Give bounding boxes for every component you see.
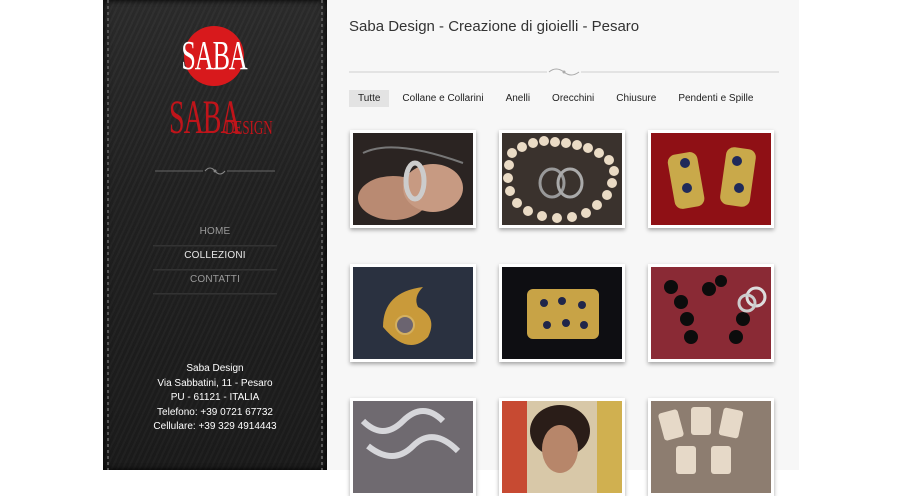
- tab-collane[interactable]: Collane e Collarini: [393, 90, 492, 107]
- pearl-necklace-photo: [502, 133, 622, 225]
- address-phone[interactable]: Telefono: +39 0721 67732: [115, 406, 315, 421]
- nav-home[interactable]: HOME: [153, 222, 277, 246]
- gallery-thumb[interactable]: [648, 264, 774, 362]
- black-bead-necklace-photo: [651, 267, 771, 359]
- main-nav: HOME COLLEZIONI CONTATTI: [153, 222, 277, 294]
- address-mobile[interactable]: Cellulare: +39 329 4914443: [115, 420, 315, 435]
- gallery-thumb[interactable]: [350, 130, 476, 228]
- address-street: Via Sabbatini, 11 - Pesaro: [157, 377, 273, 389]
- tab-anelli[interactable]: Anelli: [497, 90, 539, 107]
- gold-earrings-photo: [651, 133, 771, 225]
- logo-sub: DESIGN: [225, 116, 273, 139]
- tab-pendenti[interactable]: Pendenti e Spille: [669, 90, 762, 107]
- woman-portrait-photo: [502, 401, 622, 493]
- logo-circle[interactable]: SABA: [181, 26, 248, 86]
- silver-necklace-photo: [353, 401, 473, 493]
- gold-brooch-photo: [502, 267, 622, 359]
- gallery-thumb[interactable]: [648, 398, 774, 496]
- nav-collezioni[interactable]: COLLEZIONI: [153, 246, 277, 270]
- logo-circle-text: SABA: [181, 32, 247, 79]
- gallery-thumb[interactable]: [499, 264, 625, 362]
- contact-address: Saba Design Via Sabbatini, 11 - Pesaro P…: [115, 362, 315, 435]
- address-company: Saba Design: [186, 363, 244, 374]
- tab-orecchini[interactable]: Orecchini: [543, 90, 603, 107]
- gold-pendant-photo: [353, 267, 473, 359]
- ring-hand-photo: [353, 133, 473, 225]
- ornament-divider: [349, 68, 779, 76]
- beige-necklace-photo: [651, 401, 771, 493]
- main-content: Saba Design - Creazione di gioielli - Pe…: [327, 0, 799, 496]
- gallery-thumb[interactable]: [350, 264, 476, 362]
- filter-tabs: Tutte Collane e Collarini Anelli Orecchi…: [349, 90, 766, 107]
- gallery-thumb[interactable]: [499, 130, 625, 228]
- ornament-divider: [155, 167, 275, 175]
- page-title: Saba Design - Creazione di gioielli - Pe…: [349, 18, 640, 35]
- gallery-thumb[interactable]: [648, 130, 774, 228]
- tab-tutte[interactable]: Tutte: [349, 90, 390, 107]
- gallery-thumb[interactable]: [350, 398, 476, 496]
- tab-chiusure[interactable]: Chiusure: [607, 90, 665, 107]
- sidebar: SABA SABA DESIGN HOME COLLEZIONI CONTATT…: [103, 0, 327, 470]
- nav-contatti[interactable]: CONTATTI: [153, 270, 277, 294]
- gallery-thumb[interactable]: [499, 398, 625, 496]
- address-city: PU - 61121 - ITALIA: [170, 392, 260, 403]
- logo-wordmark[interactable]: SABA DESIGN: [163, 92, 273, 145]
